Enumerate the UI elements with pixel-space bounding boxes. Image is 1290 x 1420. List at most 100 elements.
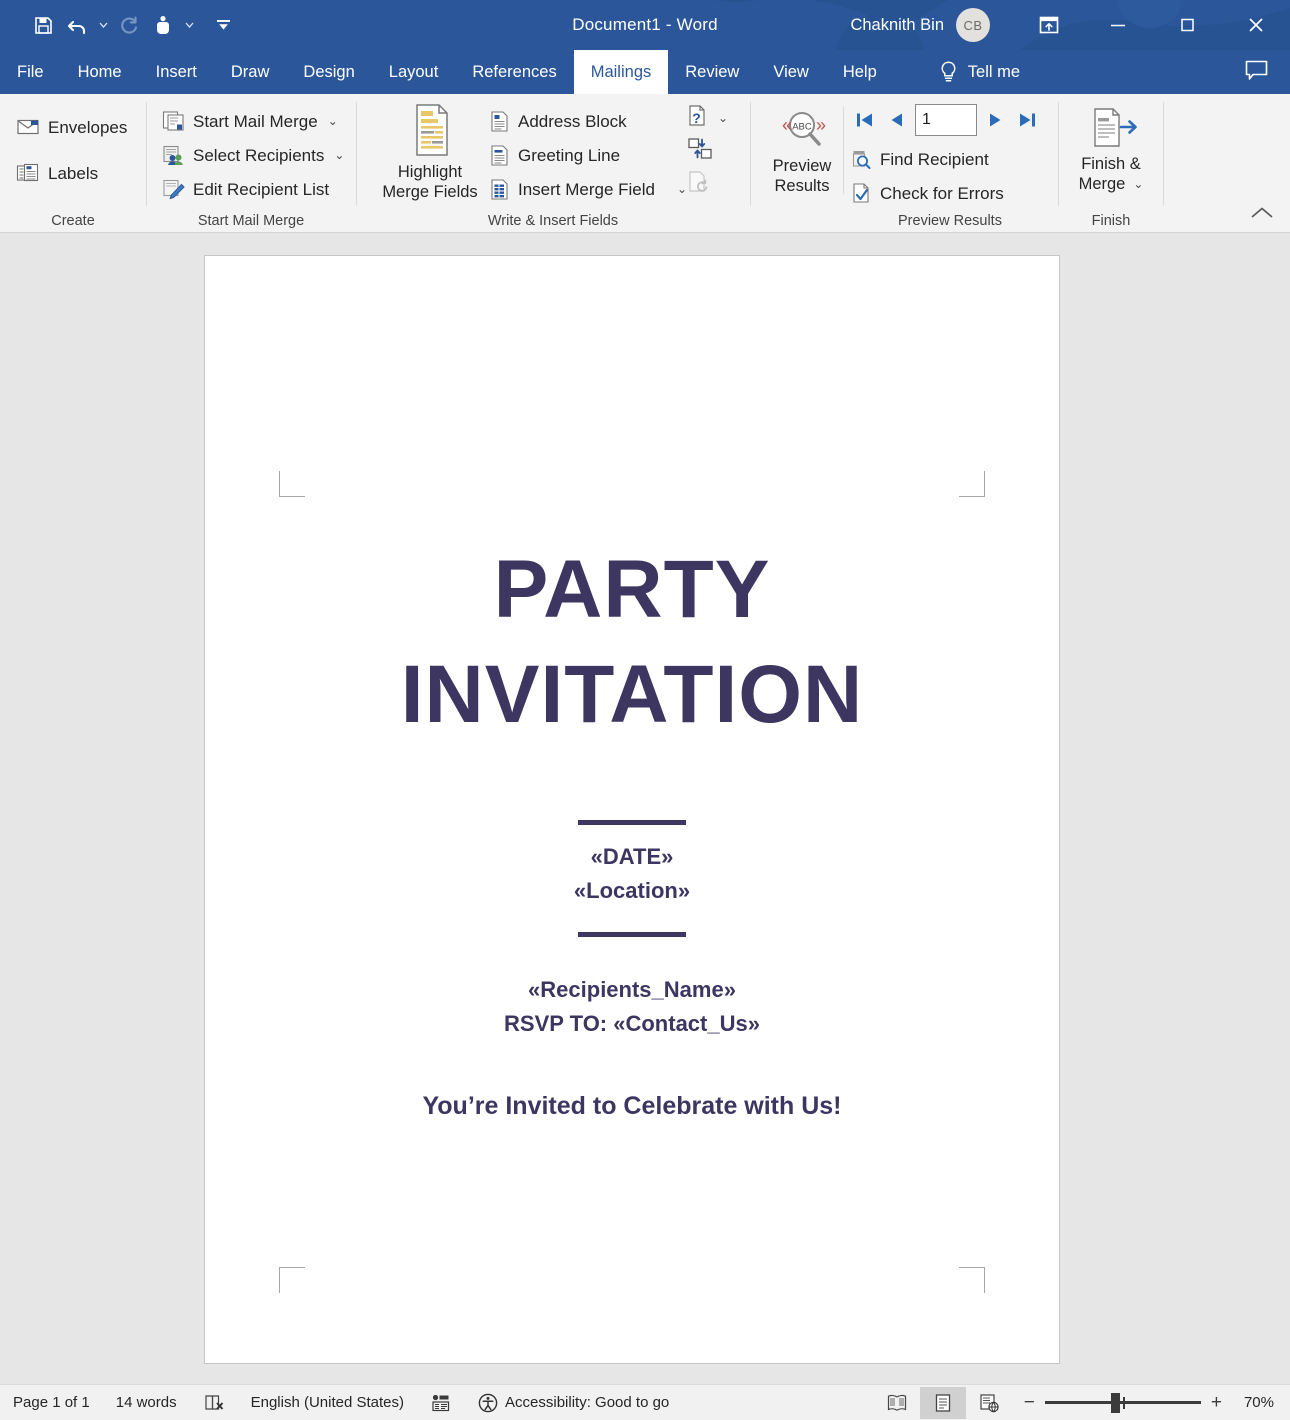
finish-and-merge-button[interactable]: Finish & Merge ⌄	[1067, 106, 1155, 194]
save-button[interactable]	[26, 5, 60, 45]
margin-corner-bottom-left	[279, 1267, 305, 1293]
find-recipient-button[interactable]: Find Recipient	[851, 142, 1004, 176]
tab-insert[interactable]: Insert	[139, 50, 214, 94]
avatar[interactable]: CB	[956, 8, 990, 42]
previous-record-button[interactable]	[883, 105, 911, 135]
chevron-up-icon	[1251, 207, 1273, 218]
start-mail-merge-button[interactable]: Start Mail Merge ⌄	[162, 104, 344, 138]
last-record-icon	[1020, 113, 1035, 127]
zoom-slider[interactable]	[1044, 1392, 1201, 1413]
greeting-line-button[interactable]: Greeting Line	[489, 138, 687, 172]
comment-icon	[1245, 60, 1267, 80]
select-recipients-icon	[163, 145, 183, 165]
update-labels-button[interactable]	[687, 170, 712, 200]
tab-view[interactable]: View	[756, 50, 825, 94]
tab-help[interactable]: Help	[826, 50, 894, 94]
zoom-slider-thumb[interactable]	[1110, 1392, 1120, 1413]
group-label-create: Create	[51, 213, 95, 229]
first-record-button[interactable]	[851, 105, 879, 135]
check-for-errors-button[interactable]: Check for Errors	[851, 176, 1004, 210]
tab-references[interactable]: References	[455, 50, 573, 94]
view-read-mode-button[interactable]	[874, 1387, 920, 1419]
next-record-button[interactable]	[981, 105, 1009, 135]
tell-me-button[interactable]: Tell me	[924, 50, 1034, 94]
accessibility-status-button[interactable]: Accessibility: Good to go	[465, 1385, 682, 1420]
view-web-layout-button[interactable]	[966, 1387, 1012, 1419]
chevron-down-icon	[99, 22, 107, 28]
tab-draw[interactable]: Draw	[214, 50, 287, 94]
tab-mailings[interactable]: Mailings	[573, 50, 669, 94]
rules-dropdown-caret[interactable]: ⌄	[718, 111, 728, 125]
group-separator	[1163, 102, 1164, 206]
chevron-down-icon[interactable]: ⌄	[677, 182, 687, 196]
ribbon-display-options-icon	[1039, 16, 1058, 34]
redo-button[interactable]	[112, 5, 146, 45]
account-area[interactable]: Chaknith Bin CB	[850, 0, 990, 50]
close-button[interactable]	[1221, 0, 1290, 50]
zoom-in-button[interactable]: +	[1211, 1393, 1222, 1412]
tab-layout[interactable]: Layout	[372, 50, 456, 94]
inner-separator	[843, 106, 844, 194]
divider-rule-top	[578, 819, 686, 825]
word-count[interactable]: 14 words	[103, 1385, 190, 1420]
margin-corner-bottom-right	[959, 1267, 985, 1293]
chevron-down-icon[interactable]: ⌄	[1133, 177, 1143, 192]
undo-button[interactable]	[60, 5, 94, 45]
address-block-label: Address Block	[518, 111, 627, 131]
select-recipients-button[interactable]: Select Recipients ⌄	[162, 138, 344, 172]
chevron-down-icon[interactable]: ⌄	[328, 114, 338, 128]
touch-mouse-mode-button[interactable]	[146, 5, 180, 45]
svg-text:«: «	[782, 115, 792, 135]
match-fields-button[interactable]	[687, 136, 715, 167]
accessibility-icon	[478, 1393, 498, 1412]
address-block-button[interactable]: Address Block	[489, 104, 687, 138]
labels-button[interactable]: Labels	[16, 156, 127, 190]
preview-results-button[interactable]: ABC « » Preview Results	[759, 106, 845, 196]
labels-icon	[16, 163, 39, 182]
customize-qat-icon	[216, 20, 230, 30]
invitation-title: PARTY INVITATION	[205, 538, 1059, 748]
tab-design[interactable]: Design	[286, 50, 371, 94]
envelopes-button[interactable]: Envelopes	[16, 110, 127, 144]
language-status[interactable]: English (United States)	[238, 1385, 417, 1420]
start-mail-merge-icon	[162, 110, 184, 131]
proofing-status-button[interactable]	[190, 1385, 238, 1420]
tab-file[interactable]: File	[0, 50, 61, 94]
track-changes-button[interactable]	[417, 1385, 465, 1420]
ribbon-display-options-button[interactable]	[1014, 0, 1083, 50]
customize-quick-access-toolbar-button[interactable]	[206, 5, 240, 45]
labels-label: Labels	[48, 163, 99, 183]
view-print-layout-button[interactable]	[919, 1386, 966, 1419]
insert-merge-field-button[interactable]: Insert Merge Field ⌄	[489, 172, 687, 206]
record-number-input[interactable]: 1	[915, 104, 977, 136]
event-details-block: «DATE» «Location»	[205, 840, 1059, 908]
zoom-controls: − +	[1012, 1392, 1234, 1413]
ribbon-group-finish: Finish & Merge ⌄ Finish	[1059, 94, 1163, 233]
highlight-merge-fields-button[interactable]: Highlight Merge Fields	[373, 102, 487, 202]
finish-and-merge-label-1: Finish &	[1081, 155, 1141, 173]
collapse-ribbon-button[interactable]	[1248, 200, 1276, 226]
group-label-start-mail-merge: Start Mail Merge	[197, 213, 305, 229]
zoom-out-button[interactable]: −	[1024, 1393, 1035, 1412]
document-body[interactable]: PARTY INVITATION «DATE» «Location» «Reci…	[205, 538, 1059, 1121]
next-record-icon	[990, 113, 1001, 127]
last-record-button[interactable]	[1013, 105, 1041, 135]
comments-button[interactable]	[1234, 52, 1278, 88]
status-bar-right: − + 70%	[874, 1386, 1290, 1419]
rules-button[interactable]: ?	[687, 104, 710, 133]
chevron-down-icon[interactable]: ⌄	[334, 148, 344, 162]
ribbon-group-start-mail-merge: Start Mail Merge ⌄ Select Recipients ⌄ E…	[147, 94, 355, 233]
edit-recipient-list-button[interactable]: Edit Recipient List	[162, 172, 344, 206]
page-info[interactable]: Page 1 of 1	[0, 1385, 103, 1420]
ribbon-tabs: File Home Insert Draw Design Layout Refe…	[0, 50, 1290, 94]
zoom-level[interactable]: 70%	[1234, 1394, 1290, 1411]
document-page[interactable]: PARTY INVITATION «DATE» «Location» «Reci…	[204, 255, 1060, 1364]
undo-dropdown-caret[interactable]	[94, 5, 112, 45]
restore-button[interactable]	[1152, 0, 1221, 50]
tab-home[interactable]: Home	[61, 50, 139, 94]
touch-mode-dropdown-caret[interactable]	[180, 5, 198, 45]
ribbon-group-create: Envelopes Labels Create	[0, 94, 146, 233]
tab-review[interactable]: Review	[668, 50, 756, 94]
minimize-button[interactable]	[1083, 0, 1152, 50]
document-canvas[interactable]: PARTY INVITATION «DATE» «Location» «Reci…	[0, 233, 1290, 1385]
